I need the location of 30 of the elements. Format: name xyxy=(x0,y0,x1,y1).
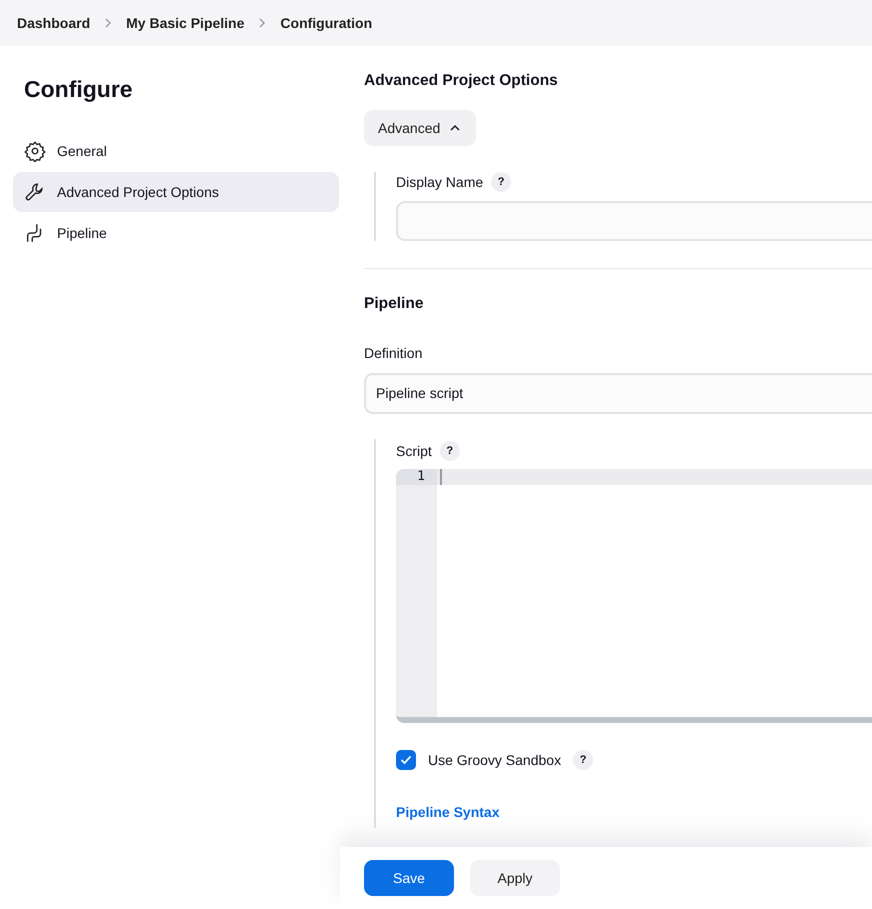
chevron-icon xyxy=(104,17,112,29)
section-heading: Advanced Project Options xyxy=(364,72,559,90)
checkmark-icon xyxy=(400,755,412,765)
pipeline-syntax-link[interactable]: Pipeline Syntax xyxy=(396,804,500,820)
chevron-icon xyxy=(258,17,266,29)
breadcrumb-link[interactable]: Dashboard xyxy=(17,15,90,31)
breadcrumb-link[interactable]: Configuration xyxy=(280,15,372,31)
field-label: Definition xyxy=(364,345,422,361)
sidebar-item[interactable]: Advanced Project Options xyxy=(13,172,339,212)
caret-icon xyxy=(450,124,460,132)
checkbox-label: Use Groovy Sandbox xyxy=(428,752,562,768)
help-button[interactable]: ? xyxy=(440,441,460,461)
advanced-toggle[interactable]: Advanced xyxy=(364,110,476,146)
sidebar-item[interactable]: Pipeline xyxy=(13,213,339,253)
breadcrumb-link[interactable]: My Basic Pipeline xyxy=(126,15,244,31)
sidebar-item[interactable]: General xyxy=(13,131,339,171)
field-label: Display Name xyxy=(396,174,484,190)
apply-button[interactable]: Apply xyxy=(470,860,560,896)
save-button[interactable]: Save xyxy=(364,860,454,896)
checkbox[interactable] xyxy=(396,750,416,770)
help-button[interactable]: ? xyxy=(491,172,512,192)
definition-select[interactable]: Pipeline script xyxy=(364,373,872,414)
field-label: Script xyxy=(396,443,432,459)
script-editor[interactable]: 1 xyxy=(396,469,872,723)
display-name-field[interactable] xyxy=(396,201,872,241)
page-title: Configure xyxy=(24,76,134,103)
gear-icon xyxy=(24,140,46,162)
line-number: 1 xyxy=(396,469,437,485)
section-heading: Pipeline xyxy=(364,295,424,313)
help-button[interactable]: ? xyxy=(573,750,594,770)
